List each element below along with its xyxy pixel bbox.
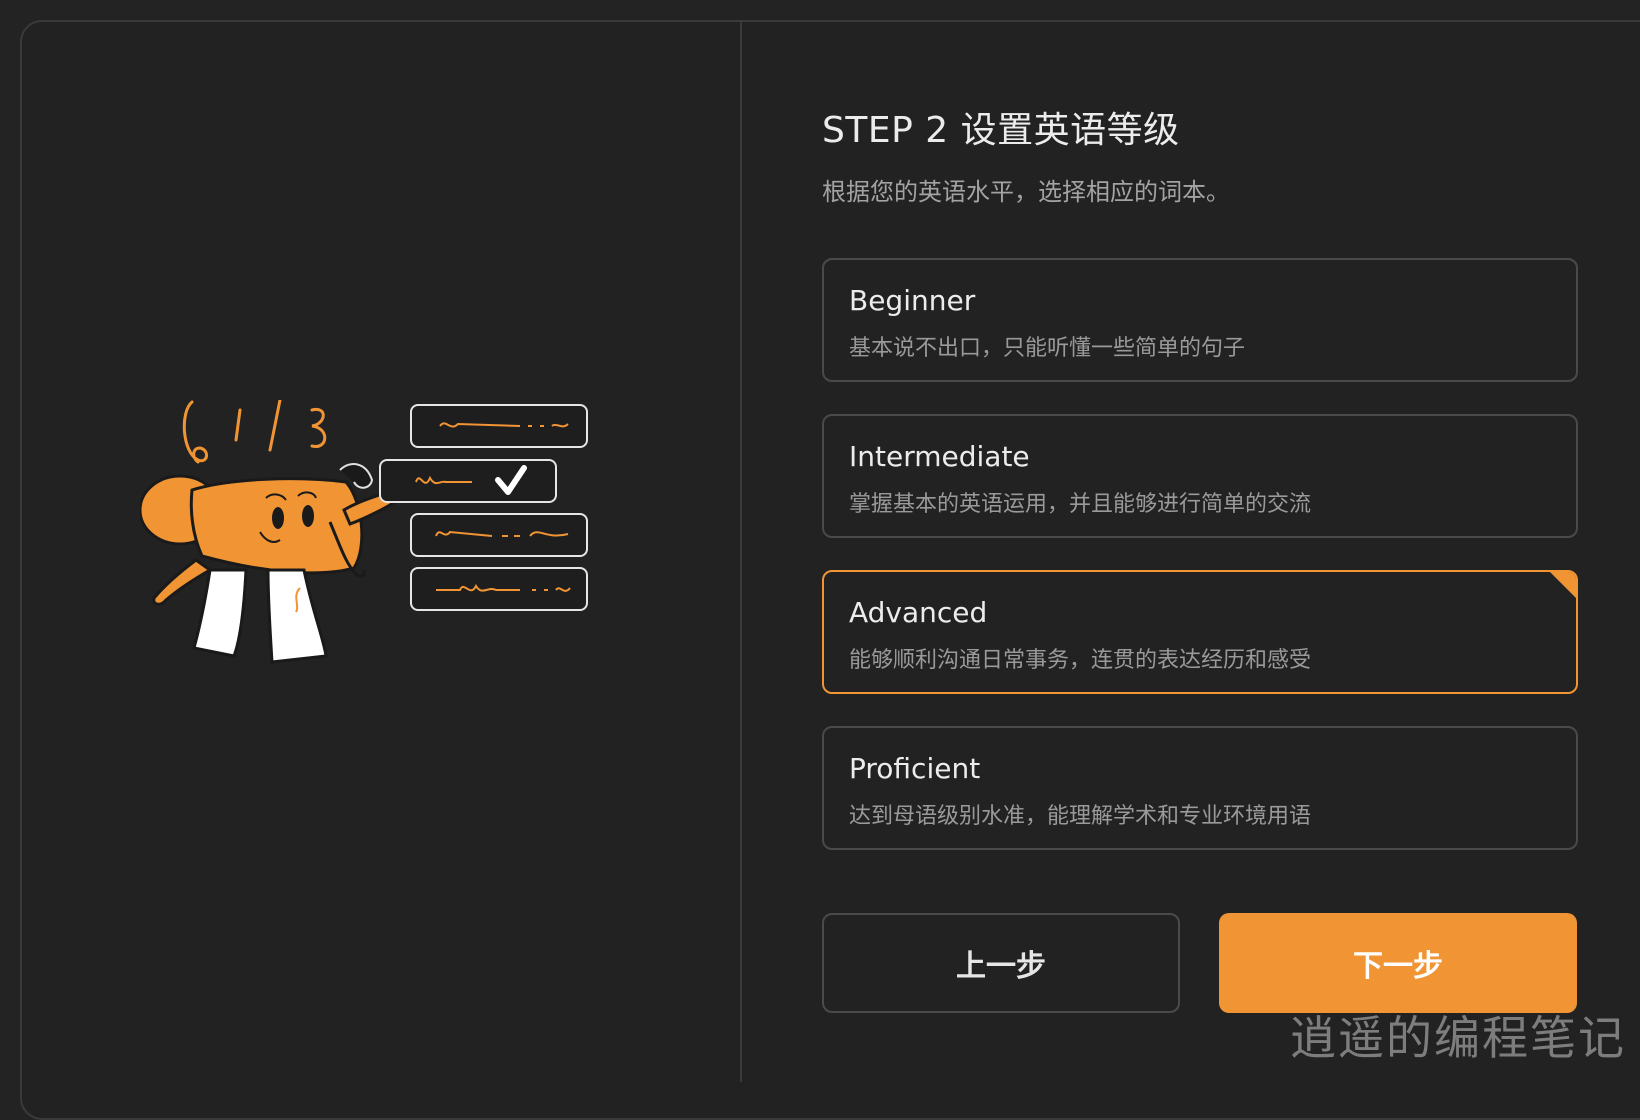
level-option-proficient[interactable]: Proficient 达到母语级别水准，能理解学术和专业环境用语 xyxy=(822,726,1578,850)
option-description: 基本说不出口，只能听懂一些简单的句子 xyxy=(849,336,1246,361)
level-option-advanced[interactable]: Advanced 能够顺利沟通日常事务，连贯的表达经历和感受 xyxy=(822,570,1578,694)
step-title: STEP 2 设置英语等级 xyxy=(822,110,1180,151)
elephant-checklist-illustration xyxy=(138,398,620,700)
watermark: 逍遥的编程笔记 xyxy=(1290,1011,1626,1065)
option-description: 达到母语级别水准，能理解学术和专业环境用语 xyxy=(849,804,1312,829)
next-step-button[interactable]: 下一步 xyxy=(1219,913,1577,1013)
step-subtitle: 根据您的英语水平，选择相应的词本。 xyxy=(822,178,1230,206)
level-option-beginner[interactable]: Beginner 基本说不出口，只能听懂一些简单的句子 xyxy=(822,258,1578,382)
option-title: Intermediate xyxy=(849,440,1030,473)
option-title: Proficient xyxy=(849,752,981,785)
option-title: Beginner xyxy=(849,284,976,317)
option-description: 能够顺利沟通日常事务，连贯的表达经历和感受 xyxy=(849,648,1312,673)
level-option-intermediate[interactable]: Intermediate 掌握基本的英语运用，并且能够进行简单的交流 xyxy=(822,414,1578,538)
panel-divider xyxy=(740,22,742,1082)
previous-step-button[interactable]: 上一步 xyxy=(822,913,1180,1013)
option-description: 掌握基本的英语运用，并且能够进行简单的交流 xyxy=(849,492,1312,517)
selected-corner-icon xyxy=(1548,572,1576,600)
option-title: Advanced xyxy=(849,596,988,629)
